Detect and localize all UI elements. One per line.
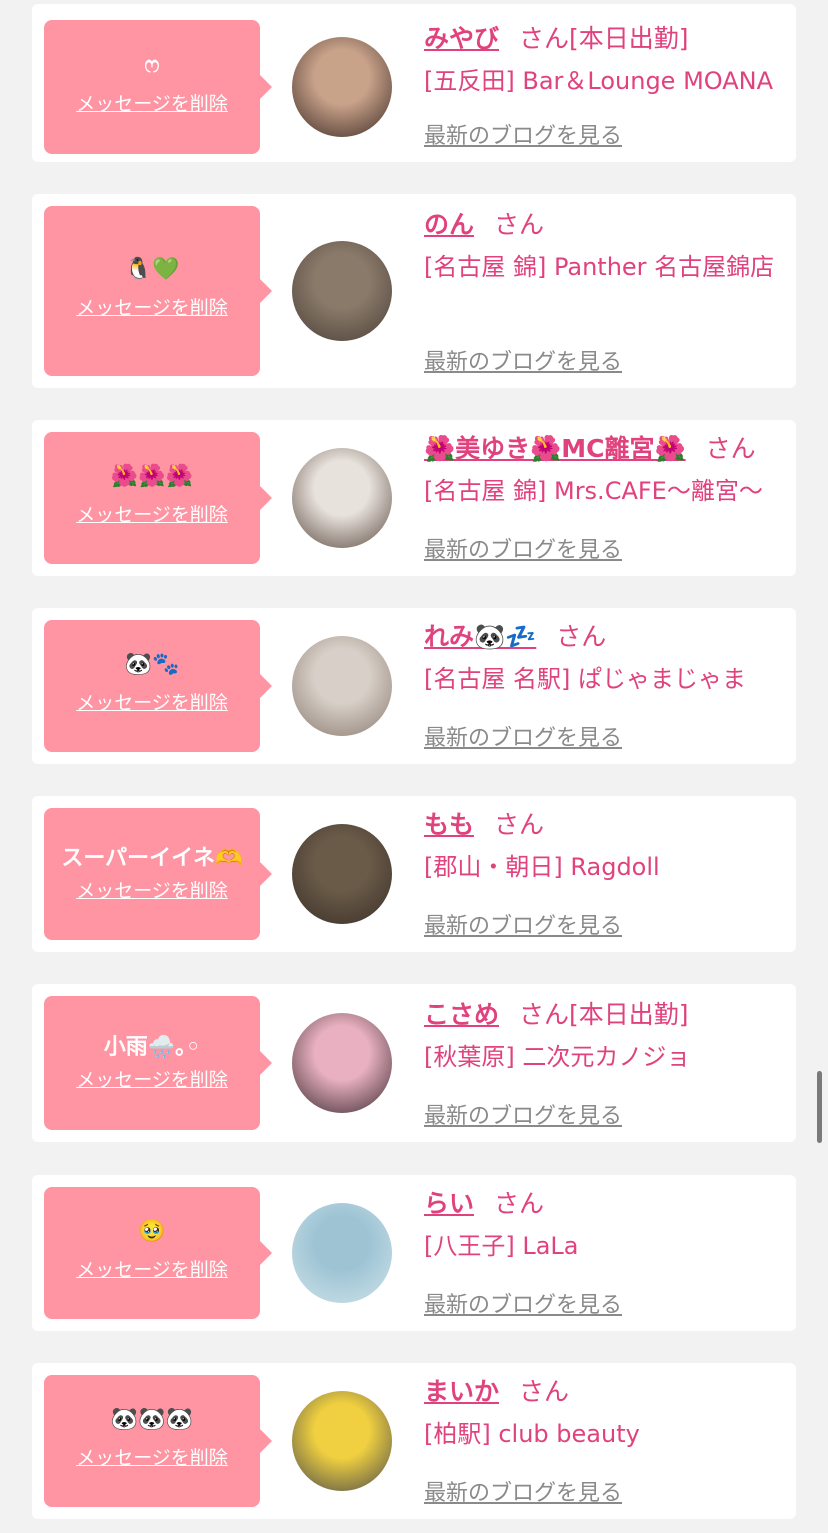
latest-blog-link[interactable]: 最新のブログを見る: [424, 1098, 622, 1130]
message-bubble: 小雨🌧️｡◦ メッセージを削除: [44, 996, 272, 1130]
message-text: 小雨🌧️｡◦: [103, 1035, 201, 1060]
honorific-label: さん: [705, 434, 756, 463]
message-text: 🌺🌺🌺: [110, 464, 194, 489]
honorific-label: さん: [494, 1189, 545, 1218]
name-line: まいか さん: [424, 1375, 788, 1409]
latest-blog-link[interactable]: 最新のブログを見る: [424, 532, 622, 564]
work-status: [本日出勤]: [569, 24, 689, 53]
shop-name: [柏駅] club beauty: [424, 1420, 640, 1448]
shop-name: [郡山・朝日] Ragdoll: [424, 853, 660, 881]
name-line: らい さん: [424, 1187, 788, 1221]
honorific-label: さん: [519, 1000, 570, 1029]
cast-name-link[interactable]: みやび: [424, 24, 499, 53]
message-text: 🐼🐾: [124, 652, 180, 677]
message-text: スーパーイイネ🫶: [61, 846, 243, 871]
shop-name: [五反田] Bar＆Lounge MOANA: [424, 67, 774, 95]
cast-info: れみ🐼💤 さん [名古屋 名駅] ぱじゃまじゃま最新のブログを見る: [424, 620, 788, 752]
message-bubble: 🐼🐼🐼 メッセージを削除: [44, 1375, 272, 1507]
message-bubble: 🐧💚 メッセージを削除: [44, 206, 272, 376]
message-card: 🐧💚 メッセージを削除 のん さん [名古屋 錦] Panther 名古屋錦店最新のブロ…: [32, 194, 796, 388]
delete-message-link[interactable]: メッセージを削除: [44, 876, 260, 903]
message-card: 🌺🌺🌺 メッセージを削除 🌺美ゆき🌺MC離宮🌺 さん [名古屋 錦] Mrs.CAFE〜…: [32, 420, 796, 576]
name-line: 🌺美ゆき🌺MC離宮🌺 さん: [424, 432, 788, 466]
cast-name-link[interactable]: 🌺美ゆき🌺MC離宮🌺: [424, 434, 686, 463]
cast-info: もも さん [郡山・朝日] Ragdoll 最新のブログを見る: [424, 808, 788, 940]
work-status: [本日出勤]: [569, 1000, 689, 1029]
honorific-label: さん: [494, 210, 545, 239]
delete-message-link[interactable]: メッセージを削除: [44, 1255, 260, 1282]
avatar[interactable]: [292, 1203, 392, 1303]
scrollbar[interactable]: [817, 1071, 822, 1143]
message-bubble: スーパーイイネ🫶 メッセージを削除: [44, 808, 272, 940]
cast-info: みやび さん[本日出勤] [五反田] Bar＆Lounge MOANA 最新のブログを…: [424, 22, 788, 150]
latest-blog-link[interactable]: 最新のブログを見る: [424, 1287, 622, 1319]
avatar[interactable]: [292, 824, 392, 924]
avatar[interactable]: [292, 448, 392, 548]
cast-info: らい さん [八王子] LaLa 最新のブログを見る: [424, 1187, 788, 1319]
message-card: 🥹 メッセージを削除 らい さん [八王子] LaLa 最新のブログを見る: [32, 1175, 796, 1331]
message-text: 🐼🐼🐼: [110, 1407, 194, 1432]
delete-message-link[interactable]: メッセージを削除: [44, 293, 260, 320]
cast-info: 🌺美ゆき🌺MC離宮🌺 さん [名古屋 錦] Mrs.CAFE〜離宮〜最新のブログを見…: [424, 432, 788, 564]
delete-message-link[interactable]: メッセージを削除: [44, 1065, 260, 1092]
message-bubble: 🌺🌺🌺 メッセージを削除: [44, 432, 272, 564]
honorific-label: さん: [556, 622, 607, 651]
name-line: こさめ さん[本日出勤]: [424, 998, 788, 1032]
delete-message-link[interactable]: メッセージを削除: [44, 89, 260, 116]
cast-info: こさめ さん[本日出勤] [秋葉原] 二次元カノジョ最新のブログを見る: [424, 998, 788, 1130]
latest-blog-link[interactable]: 最新のブログを見る: [424, 720, 622, 752]
message-text: 🥹: [138, 1219, 166, 1244]
message-bubble: 🥹 メッセージを削除: [44, 1187, 272, 1319]
shop-name: [秋葉原] 二次元カノジョ: [424, 1043, 691, 1071]
cast-info: まいか さん [柏駅] club beauty 最新のブログを見る: [424, 1375, 788, 1507]
name-line: みやび さん[本日出勤]: [424, 22, 788, 56]
shop-name: [名古屋 錦] Mrs.CAFE〜離宮〜: [424, 477, 763, 505]
honorific-label: さん: [494, 810, 545, 839]
message-text: ෆ: [144, 53, 160, 78]
cast-name-link[interactable]: まいか: [424, 1377, 499, 1406]
avatar[interactable]: [292, 37, 392, 137]
cast-info: のん さん [名古屋 錦] Panther 名古屋錦店最新のブログを見る: [424, 208, 788, 376]
shop-name: [八王子] LaLa: [424, 1232, 579, 1260]
message-card: 小雨🌧️｡◦ メッセージを削除 こさめ さん[本日出勤] [秋葉原] 二次元カノジョ最新…: [32, 984, 796, 1142]
message-card: 🐼🐾 メッセージを削除 れみ🐼💤 さん [名古屋 名駅] ぱじゃまじゃま最新のブログを見…: [32, 608, 796, 764]
cast-name-link[interactable]: もも: [424, 810, 474, 839]
honorific-label: さん: [519, 24, 570, 53]
latest-blog-link[interactable]: 最新のブログを見る: [424, 344, 622, 376]
shop-name: [名古屋 錦] Panther 名古屋錦店: [424, 253, 775, 281]
latest-blog-link[interactable]: 最新のブログを見る: [424, 908, 622, 940]
message-card: スーパーイイネ🫶 メッセージを削除 もも さん [郡山・朝日] Ragdoll 最新のブロ…: [32, 796, 796, 952]
delete-message-link[interactable]: メッセージを削除: [44, 500, 260, 527]
honorific-label: さん: [519, 1377, 570, 1406]
cast-name-link[interactable]: こさめ: [424, 1000, 499, 1029]
latest-blog-link[interactable]: 最新のブログを見る: [424, 118, 622, 150]
message-bubble: 🐼🐾 メッセージを削除: [44, 620, 272, 752]
avatar[interactable]: [292, 636, 392, 736]
avatar[interactable]: [292, 1391, 392, 1491]
avatar[interactable]: [292, 1013, 392, 1113]
cast-name-link[interactable]: れみ🐼💤: [424, 622, 536, 651]
message-text: 🐧💚: [124, 257, 180, 282]
cast-name-link[interactable]: のん: [424, 210, 474, 239]
name-line: れみ🐼💤 さん: [424, 620, 788, 654]
message-card: ෆ メッセージを削除 みやび さん[本日出勤] [五反田] Bar＆Lounge MOA…: [32, 4, 796, 162]
shop-name: [名古屋 名駅] ぱじゃまじゃま: [424, 665, 746, 693]
message-card: 🐼🐼🐼 メッセージを削除 まいか さん [柏駅] club beauty 最新のブログを見…: [32, 1363, 796, 1519]
delete-message-link[interactable]: メッセージを削除: [44, 1443, 260, 1470]
message-bubble: ෆ メッセージを削除: [44, 20, 272, 154]
delete-message-link[interactable]: メッセージを削除: [44, 688, 260, 715]
name-line: もも さん: [424, 808, 788, 842]
name-line: のん さん: [424, 208, 788, 242]
cast-name-link[interactable]: らい: [424, 1189, 474, 1218]
avatar[interactable]: [292, 241, 392, 341]
latest-blog-link[interactable]: 最新のブログを見る: [424, 1475, 622, 1507]
